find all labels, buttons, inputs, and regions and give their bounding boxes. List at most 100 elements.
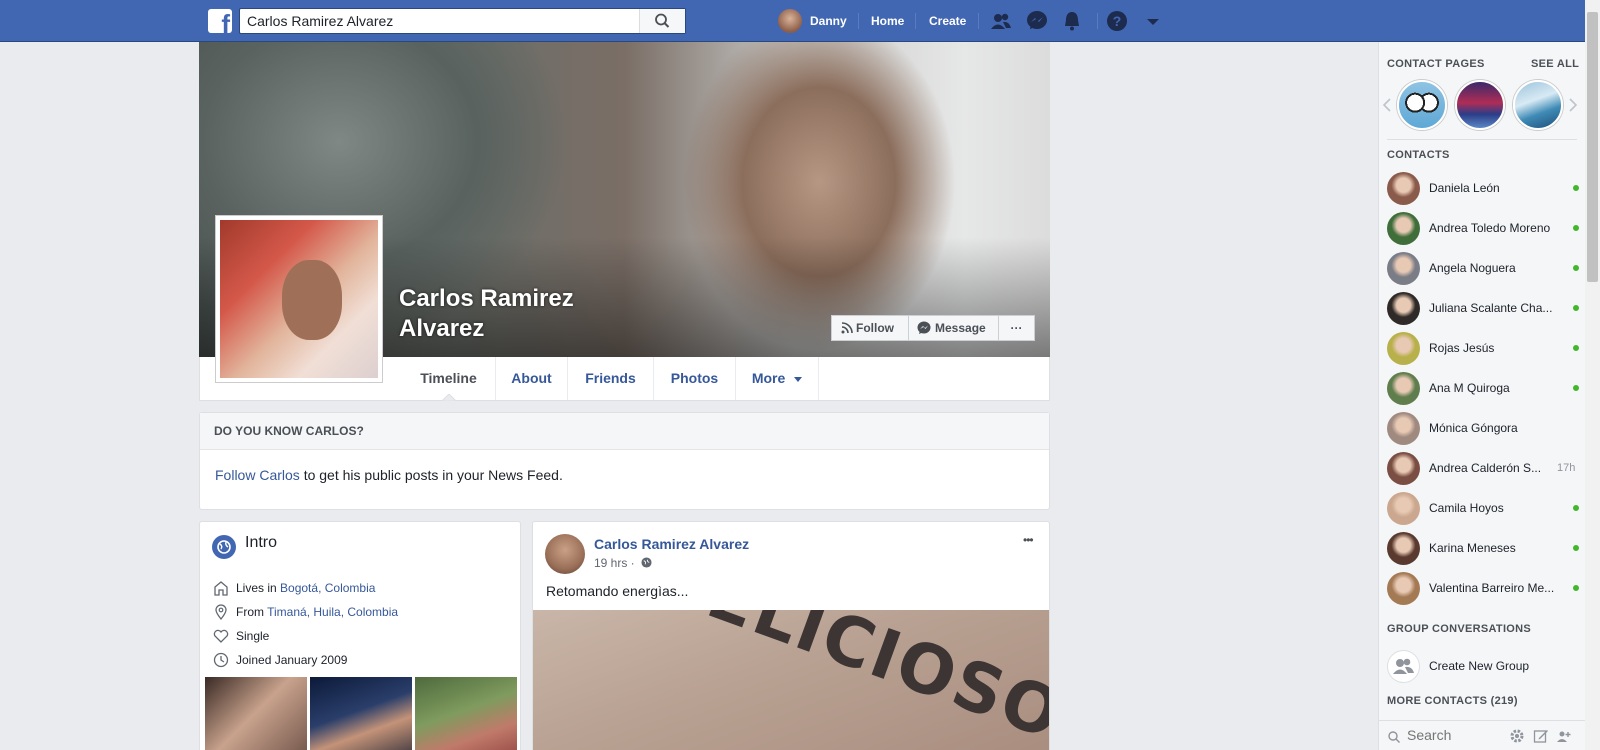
compose-message-icon[interactable] [1533,728,1549,744]
chevron-left-icon[interactable] [1383,98,1391,112]
post-menu-button[interactable]: ••• [1023,533,1034,547]
contact-item[interactable]: Daniela León [1387,170,1579,206]
top-bar: f Danny Home Create ? [0,0,1600,42]
online-status-dot [1573,265,1579,271]
from-prefix: From [236,605,268,619]
post-card: Carlos Ramirez Alvarez 19 hrs · ••• Reto… [532,521,1050,750]
tab-timeline[interactable]: Timeline [402,357,496,401]
page-scrollbar[interactable] [1585,0,1600,750]
chevron-right-icon[interactable] [1569,98,1577,112]
from-city-link[interactable]: Timaná, Huila, Colombia [267,605,398,619]
contact-item[interactable]: Mónica Góngora [1387,410,1577,446]
create-new-group-label: Create New Group [1429,659,1530,673]
chat-search-bar [1379,720,1586,750]
create-link[interactable]: Create [929,0,966,42]
profile-name[interactable]: Carlos Ramirez Alvarez [399,284,619,344]
online-status-dot [1573,225,1579,231]
contact-item[interactable]: Angela Noguera [1387,250,1579,286]
notifications-icon[interactable] [1061,10,1083,32]
contact-avatar [1387,412,1420,445]
tab-about-label: About [511,370,552,386]
post-text: Retomando energìas... [546,583,689,599]
more-contacts-heading: MORE CONTACTS (219) [1387,695,1518,707]
heart-icon [213,629,229,643]
intro-card: Intro Lives in Bogotá, Colombia From Tim… [199,521,521,750]
contact-name: Mónica Góngora [1429,421,1518,435]
contact-avatar [1387,572,1420,605]
intro-photo-3[interactable] [415,677,517,750]
settings-gear-icon[interactable] [1509,728,1525,744]
online-status-dot [1573,585,1579,591]
do-you-know-card: DO YOU KNOW CARLOS? Follow Carlos to get… [199,412,1050,510]
contact-item[interactable]: Karina Meneses [1387,530,1579,566]
tab-photos[interactable]: Photos [654,357,736,400]
contact-item[interactable]: Rojas Jesús [1387,330,1579,366]
tab-about[interactable]: About [496,357,568,400]
intro-photo-2[interactable] [310,677,412,750]
intro-from: From Timaná, Huila, Colombia [236,603,398,621]
create-new-group[interactable]: Create New Group [1387,648,1577,684]
intro-title: Intro [245,534,278,551]
facebook-logo[interactable]: f [208,9,232,33]
do-you-know-body: Follow Carlos to get his public posts in… [200,450,1049,483]
contact-name: Juliana Scalante Cha... [1429,301,1553,315]
tab-more[interactable]: More [736,357,819,400]
online-status-dot [1573,345,1579,351]
contact-page-owl[interactable] [1397,80,1447,130]
contact-page-3[interactable] [1513,80,1563,130]
divider [915,13,916,29]
location-pin-icon [215,604,227,620]
post-author-name[interactable]: Carlos Ramirez Alvarez [594,536,749,552]
see-all-link[interactable]: SEE ALL [1531,58,1579,70]
home-link[interactable]: Home [871,0,904,42]
contact-page-2[interactable] [1455,80,1505,130]
contact-item[interactable]: Camila Hoyos [1387,490,1579,526]
search-icon [1388,731,1401,744]
intro-photo-1[interactable] [205,677,307,750]
account-menu-icon[interactable] [1142,10,1164,32]
profile-picture[interactable] [215,215,383,383]
post-author-avatar[interactable] [545,534,585,574]
contact-item[interactable]: Valentina Barreiro Me... [1387,570,1579,606]
post-timestamp[interactable]: 19 hrs · [594,556,652,570]
contact-pages-heading: CONTACT PAGES [1387,58,1485,70]
search-input[interactable] [247,12,637,30]
search-button[interactable] [639,9,685,33]
post-image[interactable]: DELICIOSO [533,610,1050,750]
intro-relationship: Single [236,629,270,643]
online-status-dot [1573,505,1579,511]
scrollbar-thumb[interactable] [1587,12,1598,282]
contact-item[interactable]: Juliana Scalante Cha... [1387,290,1579,326]
tab-friends[interactable]: Friends [568,357,654,400]
group-conversations-heading: GROUP CONVERSATIONS [1387,623,1532,635]
create-group-icon[interactable] [1556,728,1572,744]
help-icon[interactable]: ? [1106,10,1128,32]
follow-carlos-link[interactable]: Follow Carlos [215,467,300,483]
contact-avatar [1387,172,1420,205]
messenger-icon[interactable] [1026,10,1048,32]
contact-item[interactable]: Ana M Quiroga [1387,370,1579,406]
more-options-button[interactable]: ··· [998,315,1035,341]
contact-avatar [1387,452,1420,485]
contact-avatar [1387,332,1420,365]
profile-face [282,260,342,340]
online-status-dot [1573,385,1579,391]
post-image-text: DELICIOSO [642,610,1050,750]
lives-city-link[interactable]: Bogotá, Colombia [280,581,375,595]
contact-avatar [1387,492,1420,525]
caret-down-icon [794,376,803,382]
contact-item[interactable]: Andrea Calderón S... 17h [1387,450,1577,486]
friend-requests-icon[interactable] [990,10,1012,32]
contact-name: Rojas Jesús [1429,341,1495,355]
contact-item[interactable]: Andrea Toledo Moreno [1387,210,1579,246]
chat-search-input[interactable] [1407,727,1507,743]
follow-label: Follow [856,321,894,335]
contact-avatar [1387,252,1420,285]
contact-name: Angela Noguera [1429,261,1516,275]
message-button[interactable]: Message [908,315,999,341]
follow-button[interactable]: Follow [831,315,909,341]
divider [858,13,859,29]
contact-avatar [1387,532,1420,565]
user-profile-link[interactable]: Danny [778,0,848,42]
active-tab-indicator [442,394,456,401]
